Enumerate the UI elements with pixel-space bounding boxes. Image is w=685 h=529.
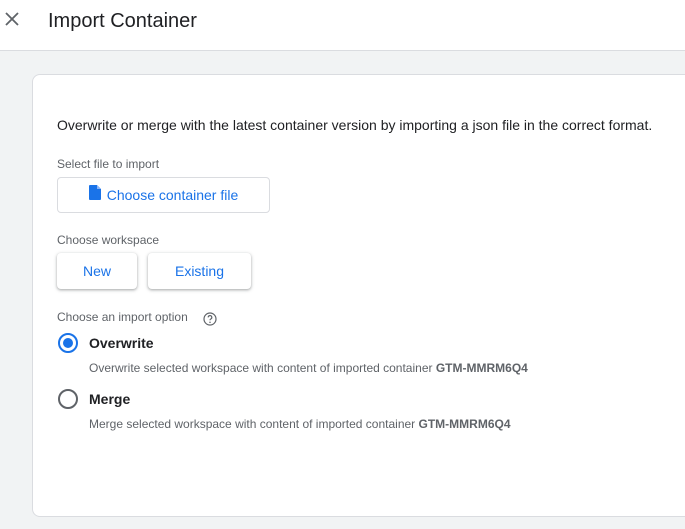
- import-card: Overwrite or merge with the latest conta…: [32, 74, 685, 517]
- close-icon[interactable]: [1, 8, 23, 30]
- overwrite-container-id: GTM-MMRM6Q4: [435, 361, 528, 375]
- merge-container-id: GTM-MMRM6Q4: [418, 417, 511, 431]
- merge-description-text: Merge selected workspace with content of…: [89, 417, 416, 431]
- workspace-section-label: Choose workspace: [57, 233, 160, 247]
- new-workspace-button[interactable]: New: [57, 253, 137, 289]
- overwrite-option-title[interactable]: Overwrite: [89, 335, 154, 351]
- file-section-label: Select file to import: [57, 157, 160, 171]
- file-icon: [88, 185, 101, 205]
- merge-option-title[interactable]: Merge: [89, 391, 130, 407]
- overwrite-radio[interactable]: [58, 333, 78, 353]
- merge-option-description: Merge selected workspace with content of…: [89, 417, 511, 431]
- intro-text: Overwrite or merge with the latest conta…: [57, 117, 653, 133]
- merge-radio[interactable]: [58, 389, 78, 409]
- overwrite-description-text: Overwrite selected workspace with conten…: [89, 361, 433, 375]
- import-option-label: Choose an import option: [57, 310, 188, 324]
- choose-file-label: Choose container file: [106, 187, 239, 203]
- existing-workspace-button[interactable]: Existing: [148, 253, 251, 289]
- top-bar: Import Container: [0, 0, 685, 51]
- overwrite-option-description: Overwrite selected workspace with conten…: [89, 361, 528, 375]
- help-icon[interactable]: [203, 312, 217, 326]
- choose-file-button[interactable]: Choose container file: [57, 177, 270, 213]
- page-title: Import Container: [48, 10, 197, 32]
